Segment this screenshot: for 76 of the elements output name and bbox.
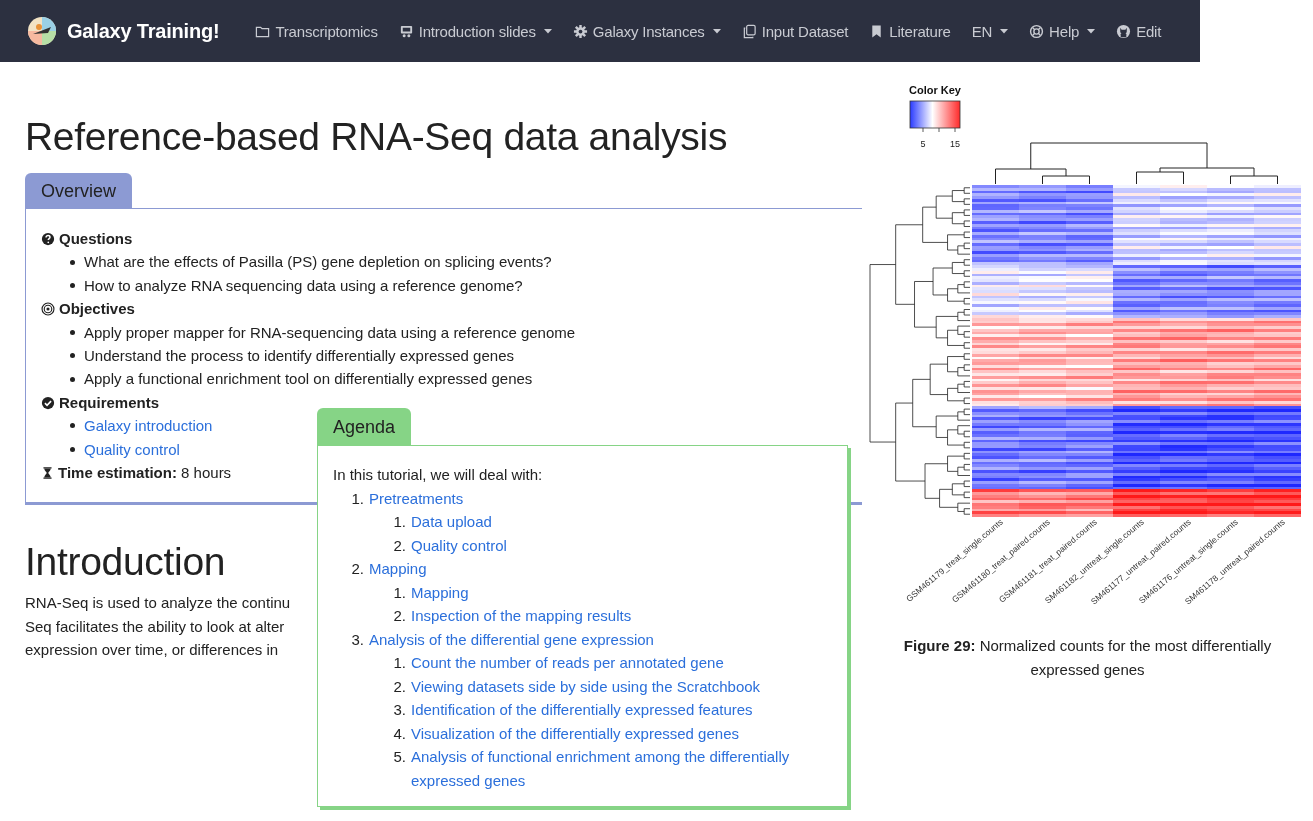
agenda-link[interactable]: Identification of the differentially expressed features [411,698,753,722]
agenda-link[interactable]: Pretreatments [369,486,464,510]
caret-icon [712,28,721,34]
nav-link[interactable]: Galaxy Instances [572,22,721,40]
time-estimation: Time estimation: 8 hours [58,463,232,484]
hourglass-icon [41,465,54,480]
tick-label: 5 [920,139,926,149]
nav-link[interactable]: Edit [1116,22,1162,40]
agenda-link[interactable]: Viewing datasets side by side using the Scratchbook [411,674,761,698]
nav-link[interactable]: Help [1029,22,1096,40]
section-title: Introduction [25,539,226,586]
figure-caption: Figure 29: Normalized counts for the most differentially expressed genes [902,636,1273,680]
list-number: 2. [392,535,407,556]
bullet-icon [70,329,75,335]
requirement-link[interactable]: Quality control [84,437,180,462]
copy-icon [741,23,757,39]
agenda-intro: In this tutorial, we will deal with: [333,465,544,485]
nav-link[interactable]: Transcriptomics [255,22,378,40]
list-number: 2. [350,559,365,579]
list-item-text: How to analyze RNA sequencing data using a reference genome? [84,275,523,296]
nav-link[interactable]: Input Dataset [741,22,849,40]
requirement-link[interactable]: Galaxy introduction [84,414,213,438]
list-number: 1. [392,582,407,603]
list-item-text: Apply proper mapper for RNA-sequencing data using a reference genome [84,322,576,343]
question-circle-icon [41,231,55,246]
gear-icon [572,23,588,39]
paragraph-line: RNA-Seq is used to analyze the continu [25,593,291,614]
list-number: 1. [392,512,407,532]
list-item-text: What are the effects of Pasilla (PS) gene depletion on splicing events? [84,252,552,273]
section-heading: Objectives [59,299,135,320]
caret-icon [1000,28,1009,34]
bullet-icon [70,423,75,429]
agenda-link[interactable]: Mapping [369,557,427,581]
section-heading: Questions [59,229,133,249]
agenda-link[interactable]: Visualization of the differentially expressed genes [411,721,739,745]
color-key-title: Color Key [909,84,961,96]
lifebuoy-icon [1029,23,1045,39]
color-key-bar [909,100,961,133]
list-number: 1. [392,653,407,673]
check-circle-icon [41,395,55,410]
bullet-icon [70,446,75,452]
bullet-icon [70,376,75,382]
bullet-icon [70,259,75,265]
list-number: 2. [392,676,407,697]
list-number: 2. [392,606,407,626]
agenda-link[interactable]: Analysis of functional enrichment among the differentially expressed genes [411,745,833,792]
tick-label: 15 [950,139,960,149]
caret-icon [543,28,552,34]
presentation-icon [398,23,414,39]
nav-link[interactable]: Introduction slides [398,22,552,40]
cat-icon [1116,23,1132,39]
bullet-icon [70,283,75,288]
list-number: 3. [350,629,365,650]
section-heading: Requirements [59,392,160,413]
list-item-text: Understand the process to identify differentially expressed genes [84,346,514,367]
agenda-link[interactable]: Analysis of the differential gene expression [369,627,654,651]
nav-link[interactable]: EN [971,22,1009,40]
list-number: 5. [392,747,407,767]
agenda-link[interactable]: Inspection of the mapping results [411,604,632,628]
agenda-link[interactable]: Count the number of reads per annotated gene [411,651,724,675]
paragraph-line: expression over time, or differences in [25,640,279,661]
agenda-link[interactable]: Mapping [411,580,469,604]
agenda-link[interactable]: Quality control [411,533,507,557]
logo-icon [28,17,56,45]
target-icon [41,301,55,316]
list-number: 3. [392,700,407,720]
list-number: 4. [392,723,407,744]
brand-link[interactable]: Galaxy Training! [28,17,220,45]
nav-link[interactable]: Literature [869,22,951,40]
caret-icon [1087,28,1096,34]
page-title: Reference-based RNA-Seq data analysis [25,114,728,160]
agenda-link[interactable]: Data upload [411,510,492,534]
bullet-icon [70,353,75,359]
list-item-text: Apply a functional enrichment tool on differentially expressed genes [84,369,533,390]
list-number: 1. [350,488,365,509]
paragraph-line: Seq facilitates the ability to look at alter [25,616,285,637]
